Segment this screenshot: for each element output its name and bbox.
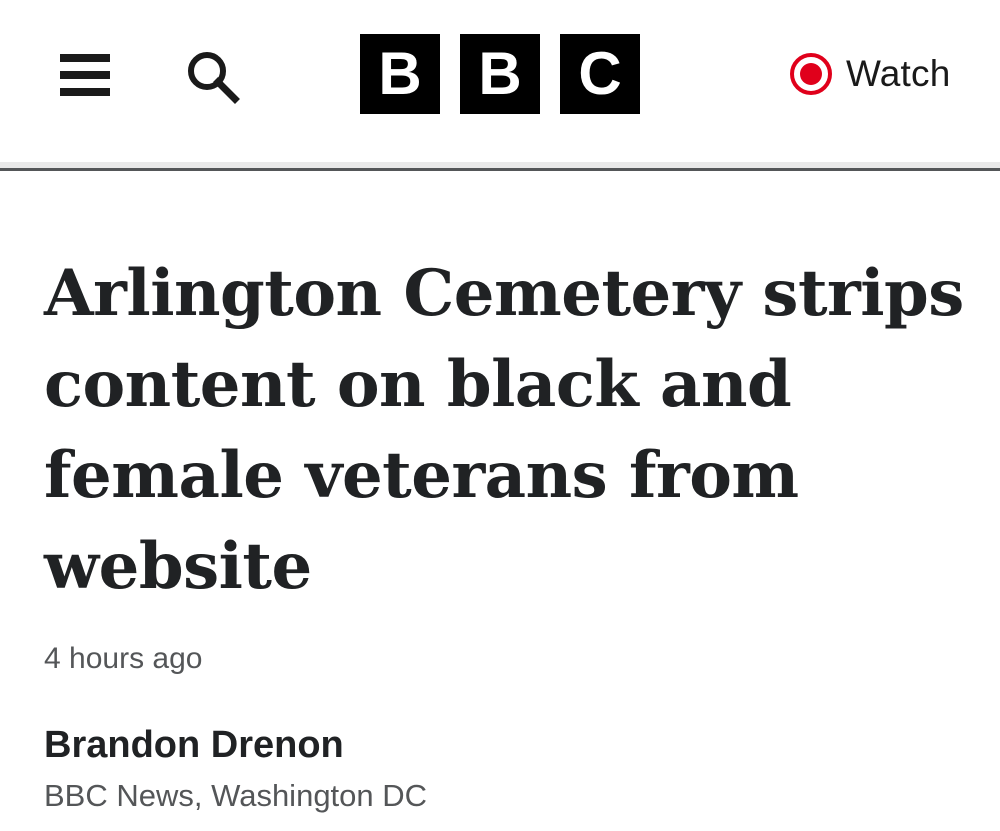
live-record-icon [790, 53, 832, 95]
search-icon [188, 52, 240, 104]
hamburger-bar [60, 71, 110, 79]
bbc-logo[interactable]: B B C [360, 34, 640, 114]
logo-letter: B [360, 34, 440, 114]
byline-role: BBC News, Washington DC [44, 778, 428, 813]
watch-button[interactable]: Watch [790, 52, 950, 96]
logo-letter: B [460, 34, 540, 114]
logo-letter: C [560, 34, 640, 114]
search-button[interactable] [183, 48, 243, 104]
live-dot [800, 63, 822, 85]
article-headline: Arlington Cemetery strips content on bla… [44, 256, 964, 604]
watch-label: Watch [846, 53, 951, 94]
header-divider [0, 168, 1000, 171]
article-timestamp: 4 hours ago [44, 642, 203, 675]
hamburger-menu-icon [60, 54, 110, 62]
article-page: B B C Watch Arlington Cemetery strips co… [0, 0, 1000, 831]
menu-button[interactable] [56, 50, 112, 100]
hamburger-bar [60, 88, 110, 96]
byline-author: Brandon Drenon [44, 724, 344, 766]
site-header: B B C Watch [0, 0, 1000, 160]
